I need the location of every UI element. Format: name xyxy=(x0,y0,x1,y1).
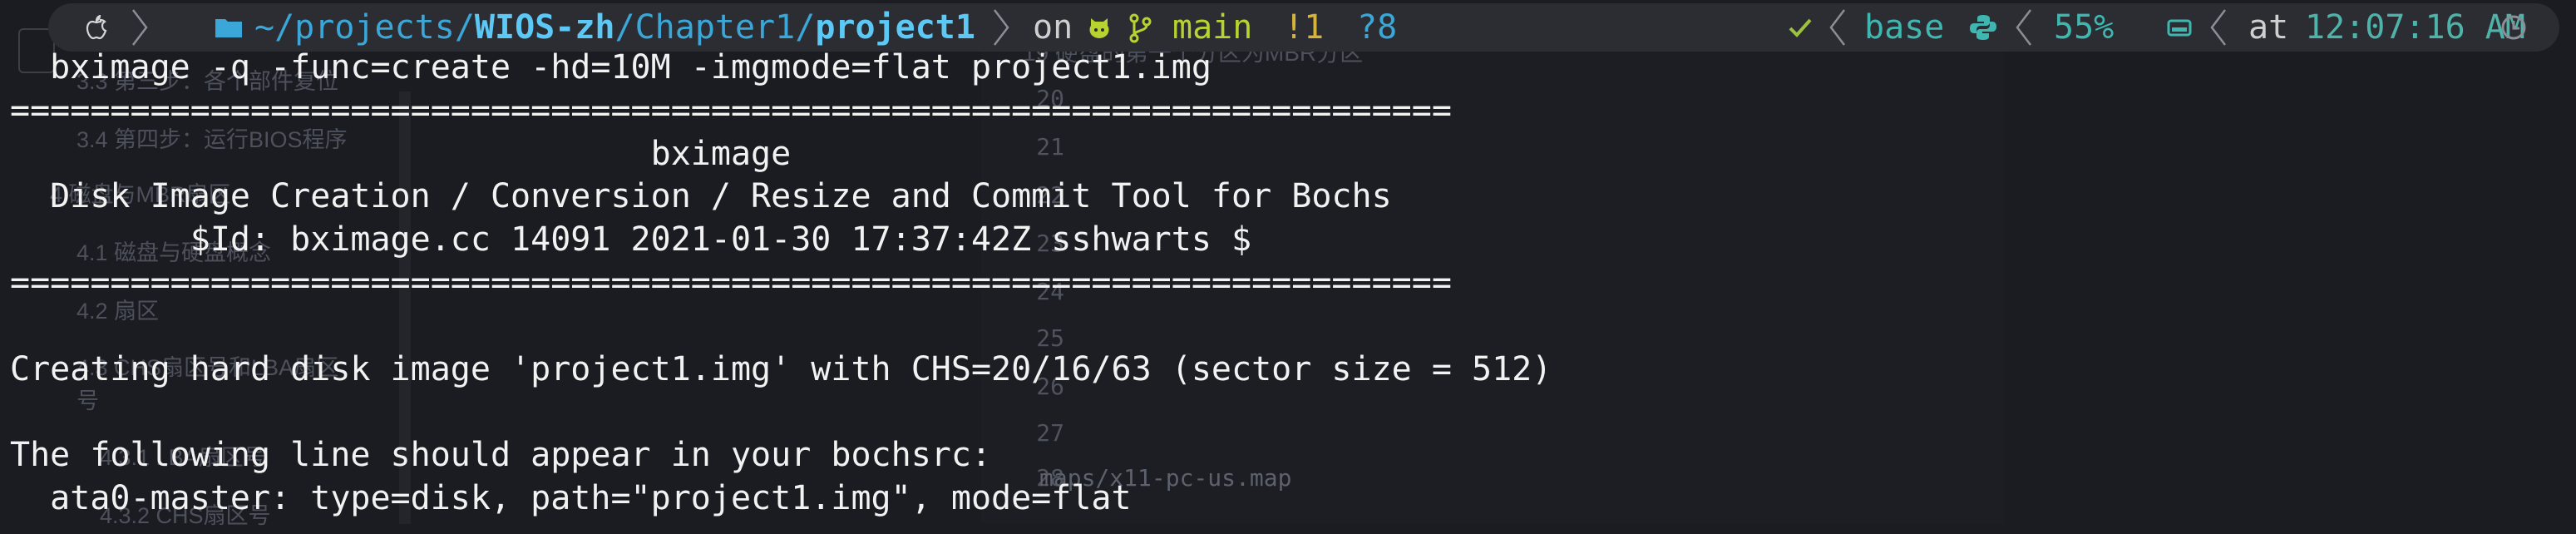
terminal-separator: ========================================… xyxy=(10,91,1452,130)
shell-prompt-bar: ~/projects/WIOS-zh/Chapter1/project1 on … xyxy=(48,3,2559,52)
terminal-line: bximage -q -func=create -hd=10M -imgmode… xyxy=(10,48,1212,87)
folder-icon xyxy=(215,19,242,37)
git-branch-icon xyxy=(1129,13,1152,43)
terminal-line: $Id: bximage.cc 14091 2021-01-30 17:37:4… xyxy=(10,220,1252,260)
separator-chevron xyxy=(2016,9,2031,46)
battery-level: 55% xyxy=(2054,8,2115,47)
github-icon xyxy=(1089,18,1109,38)
apple-icon xyxy=(86,15,107,40)
terminal-line: Disk Image Creation / Conversion / Resiz… xyxy=(10,177,1392,216)
terminal-output[interactable]: bximage -q -func=create -hd=10M -imgmode… xyxy=(10,47,1552,521)
separator-chevron xyxy=(2210,9,2226,46)
path-repo: WIOS-zh xyxy=(474,8,615,47)
separator-chevron xyxy=(132,9,148,46)
path-current: project1 xyxy=(815,8,975,47)
path-mid: /Chapter1/ xyxy=(614,8,816,47)
terminal-line: The following line should appear in your… xyxy=(10,436,992,475)
git-modified: !1 xyxy=(1284,8,1325,47)
conda-env: base xyxy=(1864,8,1945,47)
terminal-line: Creating hard disk image 'project1.img' … xyxy=(10,349,1552,388)
git-untracked: ?8 xyxy=(1357,8,1398,47)
clock-time: 12:07:16 AM xyxy=(2305,8,2525,47)
check-icon xyxy=(1789,18,1812,37)
clock-icon xyxy=(2501,15,2526,40)
python-icon xyxy=(1970,15,1996,40)
terminal-line: ata0-master: type=disk, path="project1.i… xyxy=(10,478,1132,517)
battery-icon xyxy=(2167,19,2192,37)
separator-chevron xyxy=(1829,9,1845,46)
at-label: at xyxy=(2248,8,2289,47)
terminal-line: bximage xyxy=(10,134,792,173)
current-path: ~/projects/WIOS-zh/Chapter1/project1 xyxy=(254,3,975,52)
on-label: on xyxy=(1033,8,1073,47)
terminal-separator: ========================================… xyxy=(10,263,1452,302)
path-prefix: ~/projects/ xyxy=(254,8,475,47)
separator-chevron xyxy=(994,9,1009,46)
git-branch: main xyxy=(1172,8,1253,47)
